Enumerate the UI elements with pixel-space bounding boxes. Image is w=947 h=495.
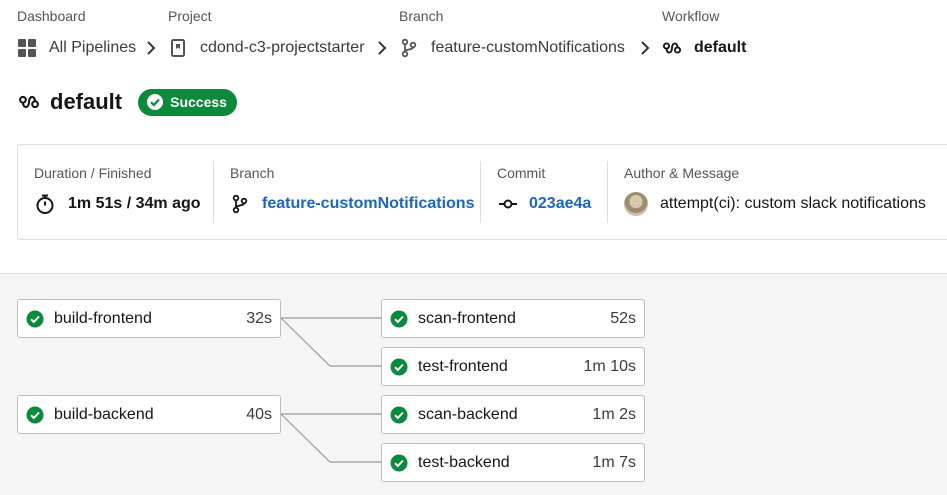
breadcrumb-workflow: Workflow default [662,8,746,58]
duration-value-row: 1m 51s / 34m ago [34,193,201,215]
workflow-icon [19,95,39,109]
status-badge: Success [138,88,237,116]
success-check-icon [390,310,408,327]
divider [480,161,481,223]
workflow-text: default [694,39,747,56]
job-build-backend[interactable]: build-backend 40s [17,395,281,434]
success-check-icon [390,406,408,423]
grid-icon [17,38,37,58]
job-duration: 52s [610,309,636,327]
page-title: default [50,89,123,114]
divider [213,161,214,223]
pipeline-graph: build-frontend 32s scan-frontend 52s tes… [0,273,947,495]
breadcrumb-branch: Branch feature-customNotifications [399,8,625,58]
commit-value-row: 023ae4a [497,193,591,215]
success-check-icon [26,406,44,423]
git-branch-icon [399,38,419,58]
breadcrumb-branch-label: Branch [399,8,444,24]
check-circle-icon [147,94,164,110]
job-duration: 32s [246,309,272,327]
breadcrumb-project: Project cdond-c3-projectstarter [168,8,365,58]
job-name: test-frontend [418,357,508,375]
branch-value-row: feature-customNotifications [230,193,474,215]
success-check-icon [390,454,408,471]
job-duration: 1m 10s [583,357,636,375]
commit-message: attempt(ci): custom slack notifications [660,195,926,212]
git-branch-icon [232,194,248,214]
job-build-frontend[interactable]: build-frontend 32s [17,299,281,338]
author-value-row: attempt(ci): custom slack notifications [624,192,926,216]
job-test-frontend[interactable]: test-frontend 1m 10s [381,347,645,386]
avatar [624,192,648,216]
book-icon [168,38,188,58]
duration-label: Duration / Finished [34,165,152,181]
breadcrumb-dashboard: Dashboard All Pipelines [17,8,136,58]
breadcrumb-project-label: Project [168,8,212,24]
workflow-header: default Success [18,88,237,116]
status-text: Success [170,94,227,110]
job-scan-backend[interactable]: scan-backend 1m 2s [381,395,645,434]
all-pipelines-link[interactable]: All Pipelines [17,38,136,58]
job-name: build-frontend [54,309,152,327]
job-name: scan-frontend [418,309,516,327]
all-pipelines-text: All Pipelines [49,39,137,56]
stopwatch-icon [36,194,54,214]
success-check-icon [390,358,408,375]
job-duration: 40s [246,405,272,423]
divider [607,161,608,223]
job-name: build-backend [54,405,154,423]
workflow-current: default [662,38,746,58]
job-scan-frontend[interactable]: scan-frontend 52s [381,299,645,338]
branch-label: Branch [230,165,275,181]
success-check-icon [26,310,44,327]
job-duration: 1m 2s [592,405,636,423]
branch-link[interactable]: feature-customNotifications [262,195,474,213]
branch-text: feature-customNotifications [431,39,625,56]
branch-link[interactable]: feature-customNotifications [399,38,625,58]
chevron-right-icon [378,41,387,55]
chevron-right-icon [641,41,650,55]
duration-value: 1m 51s / 34m ago [68,195,201,212]
commit-icon [499,199,517,209]
chevron-right-icon [147,41,156,55]
commit-link[interactable]: 023ae4a [529,195,591,213]
breadcrumb-dashboard-label: Dashboard [17,8,86,24]
breadcrumb-workflow-label: Workflow [662,8,720,24]
job-name: scan-backend [418,405,518,423]
summary-card: Duration / Finished 1m 51s / 34m ago Bra… [17,144,947,240]
project-link[interactable]: cdond-c3-projectstarter [168,38,365,58]
commit-label: Commit [497,165,546,181]
job-name: test-backend [418,453,510,471]
job-test-backend[interactable]: test-backend 1m 7s [381,443,645,482]
workflow-icon [662,38,682,58]
author-label: Author & Message [624,165,740,181]
project-text: cdond-c3-projectstarter [200,39,365,56]
job-duration: 1m 7s [592,453,636,471]
